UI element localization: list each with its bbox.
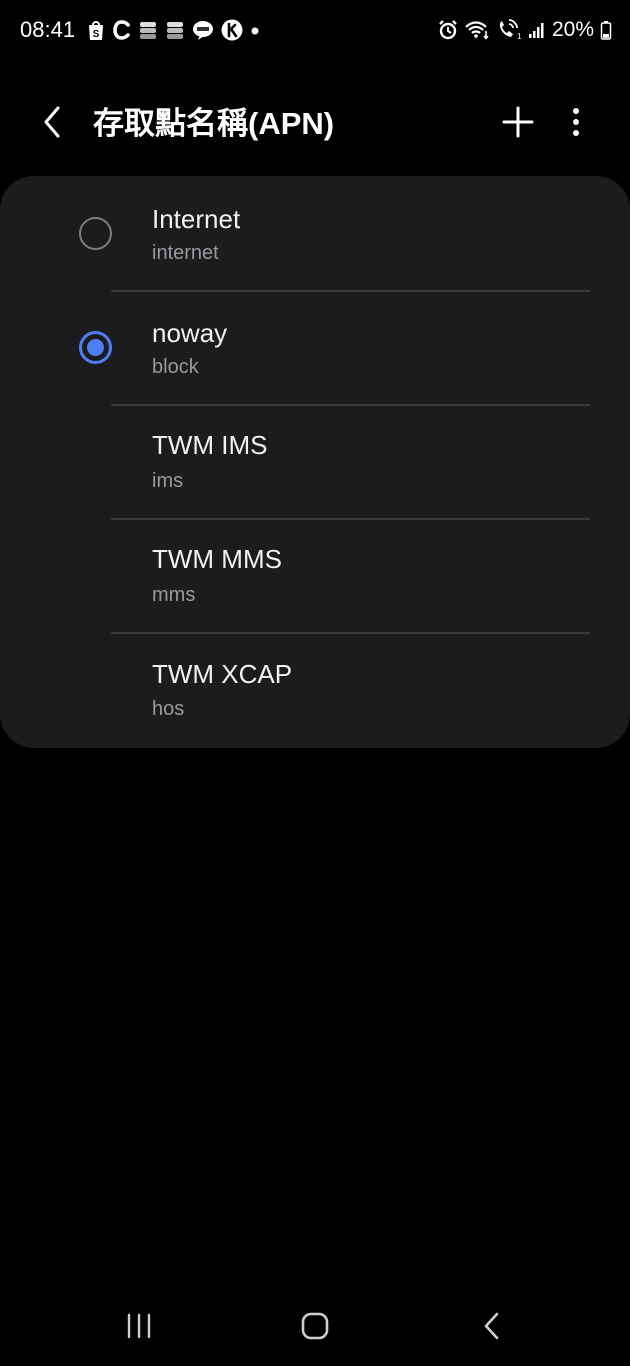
apn-item-twm-xcap[interactable]: TWM XCAP hos [0, 633, 630, 747]
apn-name: Internet [152, 204, 241, 234]
battery-icon [600, 19, 612, 41]
svg-text:S: S [93, 29, 100, 40]
back-icon [482, 1311, 502, 1346]
apn-list: Internet internet noway block TWM IMS im… [0, 176, 630, 748]
apn-radio-button[interactable] [79, 217, 112, 250]
add-apn-button[interactable] [498, 104, 538, 144]
apn-name: TWM MMS [152, 544, 282, 574]
apn-item-twm-ims[interactable]: TWM IMS ims [0, 405, 630, 519]
apn-type: mms [152, 584, 196, 606]
apn-name: TWM IMS [152, 430, 268, 460]
battery-percentage: 20% [551, 18, 594, 41]
apn-item-noway[interactable]: noway block [0, 291, 630, 405]
apn-type: internet [152, 242, 219, 264]
apn-type: ims [152, 470, 184, 492]
alarm-icon [438, 19, 458, 41]
home-button[interactable] [291, 1308, 339, 1348]
signal-icon [528, 19, 546, 41]
page-title: 存取點名稱(APN) [93, 106, 335, 141]
k-app-icon [221, 19, 243, 41]
home-icon [300, 1311, 330, 1346]
stack-icon [165, 19, 185, 41]
svg-text:1: 1 [517, 32, 522, 41]
chevron-left-icon [41, 105, 63, 144]
navigation-bar [0, 1290, 630, 1366]
dot-icon [250, 19, 260, 41]
apn-item-internet[interactable]: Internet internet [0, 176, 630, 290]
app-bar: 存取點名稱(APN) [0, 88, 630, 160]
line-icon [192, 19, 214, 41]
more-options-button[interactable] [560, 104, 592, 144]
apn-item-twm-mms[interactable]: TWM MMS mms [0, 519, 630, 633]
more-vertical-icon [571, 106, 581, 143]
plus-icon [501, 105, 535, 144]
back-button[interactable] [34, 106, 70, 142]
recents-icon [124, 1312, 154, 1345]
nav-back-button[interactable] [468, 1308, 516, 1348]
shopping-bag-icon: S [86, 19, 106, 41]
apn-name: TWM XCAP [152, 659, 293, 689]
apn-type: block [152, 356, 199, 378]
apn-name: noway [152, 318, 228, 348]
system-status-icons: 1 20% [438, 16, 612, 44]
wifi-icon [464, 19, 490, 41]
apn-type: hos [152, 698, 185, 720]
notification-icons: S [86, 16, 260, 44]
stack-icon [138, 19, 158, 41]
status-time: 08:41 [20, 17, 76, 42]
apn-radio-button-selected[interactable] [79, 331, 112, 364]
c-app-icon [113, 19, 131, 41]
wifi-calling-icon: 1 [496, 19, 522, 41]
status-bar: 08:41 S 1 20% [0, 0, 630, 60]
recents-button[interactable] [115, 1308, 163, 1348]
